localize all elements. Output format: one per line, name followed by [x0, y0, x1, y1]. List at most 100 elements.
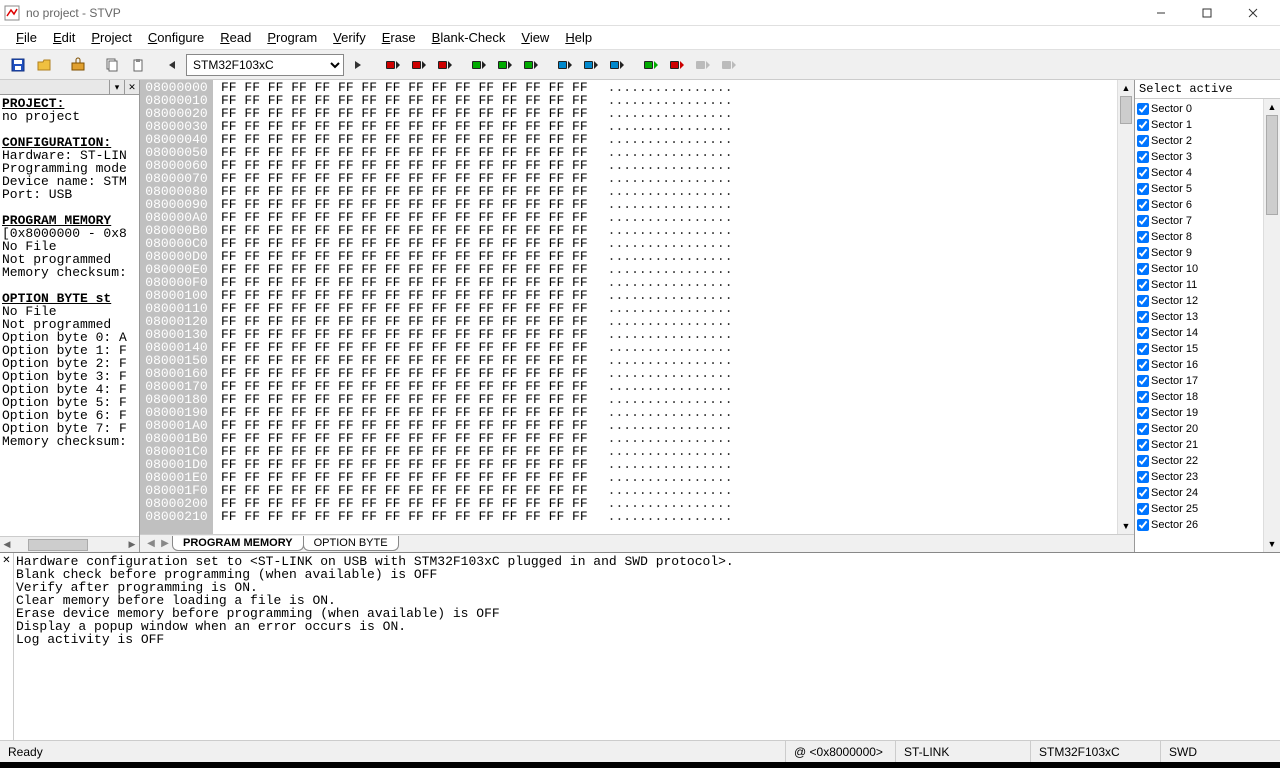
maximize-button[interactable]: [1184, 0, 1230, 26]
sector-checkbox[interactable]: [1137, 231, 1149, 243]
paste-icon[interactable]: [126, 53, 150, 77]
sector-checkbox[interactable]: [1137, 167, 1149, 179]
menu-configure[interactable]: Configure: [140, 28, 212, 47]
sector-item[interactable]: Sector 6: [1137, 197, 1261, 213]
sector-item[interactable]: Sector 4: [1137, 165, 1261, 181]
panel-dropdown-icon[interactable]: ▾: [109, 80, 124, 95]
sector-checkbox[interactable]: [1137, 439, 1149, 451]
sector-item[interactable]: Sector 17: [1137, 373, 1261, 389]
menu-file[interactable]: File: [8, 28, 45, 47]
sector-item[interactable]: Sector 15: [1137, 341, 1261, 357]
tab-prev-icon[interactable]: ◀: [144, 538, 158, 549]
titlebar: no project - STVP: [0, 0, 1280, 26]
sector-checkbox[interactable]: [1137, 103, 1149, 115]
sector-checkbox[interactable]: [1137, 375, 1149, 387]
sector-checkbox[interactable]: [1137, 151, 1149, 163]
hex-v-scrollbar[interactable]: ▲▼: [1117, 80, 1134, 534]
sector-item[interactable]: Sector 3: [1137, 149, 1261, 165]
sector-checkbox[interactable]: [1137, 135, 1149, 147]
sector-item[interactable]: Sector 5: [1137, 181, 1261, 197]
sector-item[interactable]: Sector 26: [1137, 517, 1261, 533]
next-device-icon[interactable]: [346, 53, 370, 77]
menu-blank-check[interactable]: Blank-Check: [424, 28, 514, 47]
sector-item[interactable]: Sector 14: [1137, 325, 1261, 341]
sector-checkbox[interactable]: [1137, 391, 1149, 403]
sector-checkbox[interactable]: [1137, 311, 1149, 323]
chip-action-icon[interactable]: [432, 53, 456, 77]
sector-item[interactable]: Sector 24: [1137, 485, 1261, 501]
chip-action-icon[interactable]: [664, 53, 688, 77]
sector-checkbox[interactable]: [1137, 199, 1149, 211]
sector-item[interactable]: Sector 16: [1137, 357, 1261, 373]
open-icon[interactable]: [32, 53, 56, 77]
tab-program-memory[interactable]: PROGRAM MEMORY: [172, 536, 304, 551]
sector-item[interactable]: Sector 8: [1137, 229, 1261, 245]
tab-option-byte[interactable]: OPTION BYTE: [303, 536, 399, 551]
sector-checkbox[interactable]: [1137, 295, 1149, 307]
menu-edit[interactable]: Edit: [45, 28, 83, 47]
chip-action-icon[interactable]: [604, 53, 628, 77]
sector-item[interactable]: Sector 7: [1137, 213, 1261, 229]
sector-v-scrollbar[interactable]: ▲▼: [1263, 99, 1280, 552]
sector-checkbox[interactable]: [1137, 471, 1149, 483]
chip-action-icon[interactable]: [518, 53, 542, 77]
chip-action-icon[interactable]: [492, 53, 516, 77]
menu-read[interactable]: Read: [212, 28, 259, 47]
sector-item[interactable]: Sector 1: [1137, 117, 1261, 133]
sector-checkbox[interactable]: [1137, 119, 1149, 131]
sector-checkbox[interactable]: [1137, 423, 1149, 435]
log-close-icon[interactable]: ✕: [0, 553, 14, 740]
sector-item[interactable]: Sector 22: [1137, 453, 1261, 469]
chip-action-icon[interactable]: [638, 53, 662, 77]
sector-checkbox[interactable]: [1137, 487, 1149, 499]
sector-checkbox[interactable]: [1137, 327, 1149, 339]
sector-checkbox[interactable]: [1137, 183, 1149, 195]
sector-item[interactable]: Sector 21: [1137, 437, 1261, 453]
tab-next-icon[interactable]: ▶: [158, 538, 172, 549]
sector-item[interactable]: Sector 18: [1137, 389, 1261, 405]
menu-help[interactable]: Help: [557, 28, 600, 47]
menu-erase[interactable]: Erase: [374, 28, 424, 47]
sector-checkbox[interactable]: [1137, 247, 1149, 259]
sector-checkbox[interactable]: [1137, 455, 1149, 467]
panel-close-icon[interactable]: ✕: [124, 80, 139, 95]
left-h-scrollbar[interactable]: ◀▶: [0, 536, 139, 552]
sector-checkbox[interactable]: [1137, 407, 1149, 419]
configure-icon[interactable]: [66, 53, 90, 77]
chip-action-icon[interactable]: [380, 53, 404, 77]
sector-checkbox[interactable]: [1137, 359, 1149, 371]
sector-checkbox[interactable]: [1137, 343, 1149, 355]
chip-action-icon[interactable]: [466, 53, 490, 77]
chip-action-icon[interactable]: [552, 53, 576, 77]
sector-item[interactable]: Sector 12: [1137, 293, 1261, 309]
chip-action-icon[interactable]: [406, 53, 430, 77]
sector-checkbox[interactable]: [1137, 215, 1149, 227]
close-button[interactable]: [1230, 0, 1276, 26]
menu-view[interactable]: View: [513, 28, 557, 47]
hex-bytes-column[interactable]: FF FF FF FF FF FF FF FF FF FF FF FF FF F…: [213, 80, 592, 534]
menu-verify[interactable]: Verify: [325, 28, 374, 47]
sector-item[interactable]: Sector 13: [1137, 309, 1261, 325]
prev-device-icon[interactable]: [160, 53, 184, 77]
minimize-button[interactable]: [1138, 0, 1184, 26]
sector-label: Sector 17: [1151, 375, 1198, 387]
sector-checkbox[interactable]: [1137, 279, 1149, 291]
sector-checkbox[interactable]: [1137, 503, 1149, 515]
save-icon[interactable]: [6, 53, 30, 77]
sector-item[interactable]: Sector 2: [1137, 133, 1261, 149]
menu-program[interactable]: Program: [259, 28, 325, 47]
sector-checkbox[interactable]: [1137, 519, 1149, 531]
sector-item[interactable]: Sector 9: [1137, 245, 1261, 261]
sector-item[interactable]: Sector 19: [1137, 405, 1261, 421]
sector-item[interactable]: Sector 0: [1137, 101, 1261, 117]
menu-project[interactable]: Project: [83, 28, 139, 47]
sector-item[interactable]: Sector 25: [1137, 501, 1261, 517]
device-select[interactable]: STM32F103xC: [186, 54, 344, 76]
sector-item[interactable]: Sector 10: [1137, 261, 1261, 277]
copy-icon[interactable]: [100, 53, 124, 77]
chip-action-icon[interactable]: [578, 53, 602, 77]
sector-item[interactable]: Sector 11: [1137, 277, 1261, 293]
sector-checkbox[interactable]: [1137, 263, 1149, 275]
sector-item[interactable]: Sector 23: [1137, 469, 1261, 485]
sector-item[interactable]: Sector 20: [1137, 421, 1261, 437]
